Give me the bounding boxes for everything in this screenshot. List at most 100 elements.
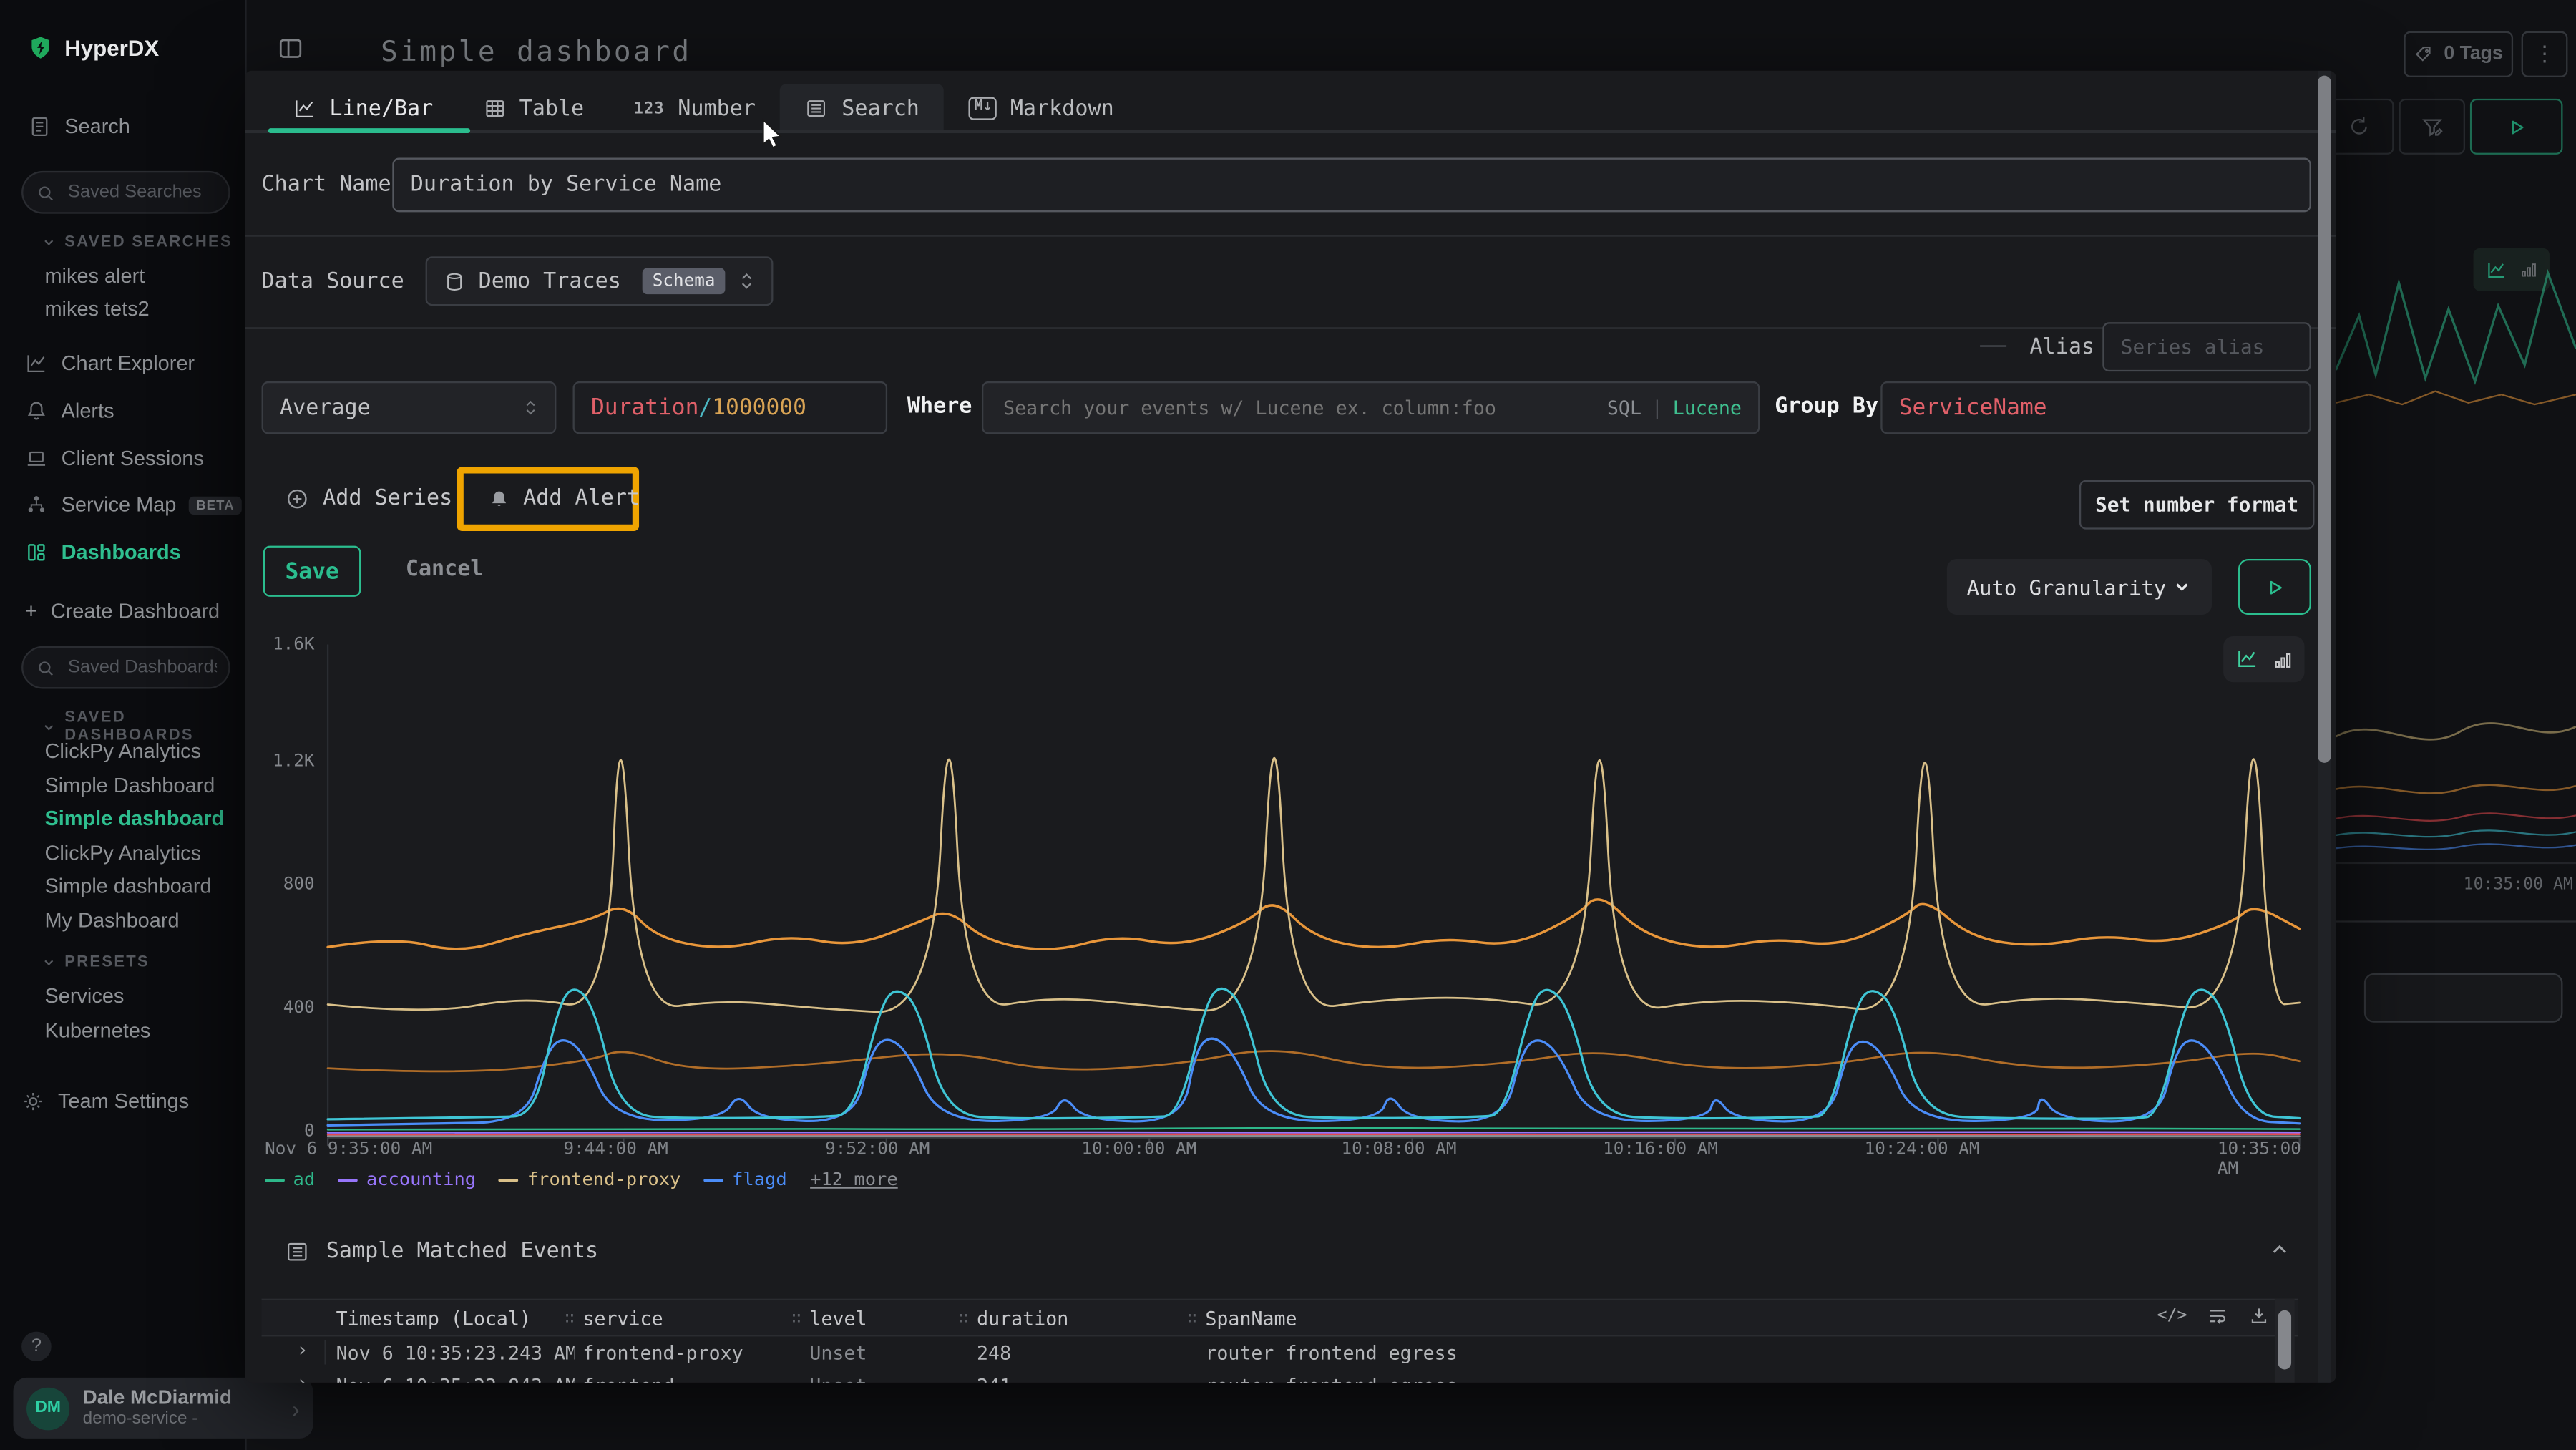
drag-handle-icon[interactable]: ∷ — [1187, 1310, 1197, 1328]
more-menu-button[interactable]: ⋮ — [2522, 31, 2568, 77]
timeseries-chart[interactable] — [324, 633, 2301, 1152]
drag-handle-icon[interactable]: ∷ — [959, 1310, 969, 1328]
saved-dashboards-input[interactable] — [64, 656, 220, 679]
saved-searches-header[interactable]: SAVED SEARCHES — [42, 233, 233, 251]
saved-searches-input[interactable] — [64, 181, 220, 204]
hyperdx-logo-icon — [28, 34, 53, 61]
active-tab-underline — [268, 128, 470, 133]
sidebar-item-dashboards[interactable]: Dashboards — [25, 541, 181, 564]
aggregation-field-input[interactable]: Duration/1000000 — [573, 381, 888, 434]
background-divider — [2336, 920, 2576, 922]
where-input-field[interactable] — [1000, 394, 1606, 421]
tab-line-bar[interactable]: Line/Bar — [268, 84, 458, 133]
table-scrollbar-track[interactable] — [2275, 1299, 2295, 1383]
create-dashboard-button[interactable]: + Create Dashboard — [25, 598, 220, 623]
refresh-icon — [2348, 115, 2371, 138]
dashboard-list-item-active[interactable]: Simple dashboard — [44, 807, 224, 830]
modal-scrollbar-thumb[interactable] — [2318, 76, 2331, 763]
expand-row-icon[interactable]: › — [296, 1338, 308, 1361]
bell-icon — [489, 487, 510, 510]
table-scrollbar-thumb[interactable] — [2278, 1310, 2292, 1370]
col-level[interactable]: ∷level — [791, 1307, 867, 1330]
set-number-format-button[interactable]: Set number format — [2079, 480, 2315, 530]
col-timestamp[interactable]: Timestamp (Local) — [336, 1307, 531, 1330]
saved-dashboards-searchbox[interactable] — [21, 646, 230, 689]
series-alias-input[interactable] — [2102, 322, 2311, 371]
background-input-box[interactable] — [2364, 973, 2563, 1023]
saved-search-item[interactable]: mikes tets2 — [44, 298, 149, 321]
sidebar-item-alerts[interactable]: Alerts — [25, 399, 114, 422]
user-menu[interactable]: DM Dale McDiarmid demo-service - › — [14, 1378, 313, 1439]
y-axis-tick: 800 — [255, 875, 314, 895]
markdown-icon: M↓ — [969, 97, 997, 120]
chart-name-input[interactable] — [392, 158, 2311, 213]
tab-table[interactable]: Table — [458, 84, 609, 133]
saved-searches-searchbox[interactable] — [21, 171, 230, 214]
add-alert-button[interactable]: Add Alert — [489, 487, 640, 511]
legend-item[interactable]: frontend-proxy — [499, 1169, 681, 1190]
sidebar-item-client-sessions[interactable]: Client Sessions — [25, 447, 204, 470]
sidebar-item-service-map[interactable]: Service Map BETA — [25, 493, 241, 516]
add-series-button[interactable]: Add Series — [285, 487, 452, 511]
tab-number[interactable]: 123 Number — [609, 84, 781, 133]
app-logo[interactable]: HyperDX — [28, 34, 159, 61]
tags-button[interactable]: 0 Tags — [2404, 31, 2513, 77]
group-by-input[interactable]: ServiceName — [1880, 381, 2311, 434]
x-axis-label: Nov 6 9:35:00 AM — [265, 1139, 432, 1159]
preset-item-kubernetes[interactable]: Kubernetes — [44, 1019, 150, 1042]
cancel-button[interactable]: Cancel — [406, 558, 484, 582]
dashboard-list-item[interactable]: Simple Dashboard — [44, 774, 215, 797]
dashboard-list-item[interactable]: ClickPy Analytics — [44, 740, 201, 763]
filter-button[interactable] — [2399, 99, 2465, 155]
expand-row-icon[interactable]: › — [296, 1371, 308, 1383]
run-chart-button[interactable] — [2238, 559, 2311, 615]
service-map-icon — [25, 493, 48, 516]
sidebar-item-team-settings[interactable]: Team Settings — [21, 1090, 189, 1113]
table-row[interactable]: › Nov 6 10:35:22.843 AM frontend Unset 2… — [262, 1369, 2298, 1382]
preset-item-services[interactable]: Services — [44, 985, 124, 1008]
save-button[interactable]: Save — [263, 546, 361, 597]
run-query-button-background[interactable] — [2470, 99, 2563, 155]
legend-item[interactable]: ad — [265, 1169, 315, 1190]
help-button[interactable]: ? — [21, 1332, 52, 1361]
where-label: Where — [907, 394, 972, 419]
sample-events-header[interactable]: Sample Matched Events — [285, 1240, 598, 1264]
sidebar-item-search[interactable]: Search — [28, 115, 130, 138]
modal-scrollbar-track[interactable] — [2318, 71, 2331, 1383]
dashboard-list-item[interactable]: Simple dashboard — [44, 875, 211, 897]
where-search-input[interactable]: SQL | Lucene — [982, 381, 1760, 434]
download-icon[interactable] — [2248, 1305, 2270, 1327]
data-source-select[interactable]: Demo Traces Schema — [426, 256, 774, 306]
legend-more-link[interactable]: +12 more — [810, 1169, 898, 1190]
granularity-select[interactable]: Auto Granularity — [1947, 559, 2212, 615]
drag-handle-icon[interactable]: ∷ — [565, 1310, 575, 1328]
col-service[interactable]: ∷service — [565, 1307, 663, 1330]
sql-toggle[interactable]: SQL — [1607, 396, 1641, 419]
legend-item[interactable]: flagd — [704, 1169, 787, 1190]
x-axis-label: 9:44:00 AM — [564, 1139, 668, 1159]
aggregation-select[interactable]: Average — [262, 381, 557, 434]
dashboard-list-item[interactable]: ClickPy Analytics — [44, 842, 201, 865]
col-duration[interactable]: ∷duration — [959, 1307, 1069, 1330]
tab-markdown[interactable]: M↓ Markdown — [945, 84, 1139, 133]
dashboard-list-item[interactable]: My Dashboard — [44, 909, 179, 932]
legend-item[interactable]: accounting — [338, 1169, 477, 1190]
select-updown-icon — [738, 271, 755, 291]
tab-search[interactable]: Search — [781, 84, 945, 133]
presets-header[interactable]: PRESETS — [42, 953, 150, 971]
events-table: Timestamp (Local) ∷service ∷level ∷durat… — [262, 1299, 2298, 1383]
col-spanname[interactable]: ∷SpanName — [1187, 1307, 1297, 1330]
avatar: DM — [26, 1387, 69, 1430]
wrap-lines-icon[interactable] — [2207, 1305, 2228, 1327]
saved-search-item[interactable]: mikes alert — [44, 265, 145, 288]
collapse-section-button[interactable] — [2268, 1238, 2291, 1261]
x-axis-label: 10:16:00 AM — [1603, 1139, 1718, 1159]
sidebar-item-chart-explorer[interactable]: Chart Explorer — [25, 352, 195, 375]
drag-handle-icon[interactable]: ∷ — [791, 1310, 801, 1328]
bell-icon — [25, 399, 48, 422]
lucene-toggle[interactable]: Lucene — [1673, 396, 1742, 419]
table-row[interactable]: › Nov 6 10:35:23.243 AM frontend-proxy U… — [262, 1337, 2298, 1370]
sidebar-collapse-button[interactable] — [276, 34, 304, 62]
plus-icon: + — [25, 598, 38, 623]
code-icon[interactable]: </> — [2157, 1307, 2187, 1325]
